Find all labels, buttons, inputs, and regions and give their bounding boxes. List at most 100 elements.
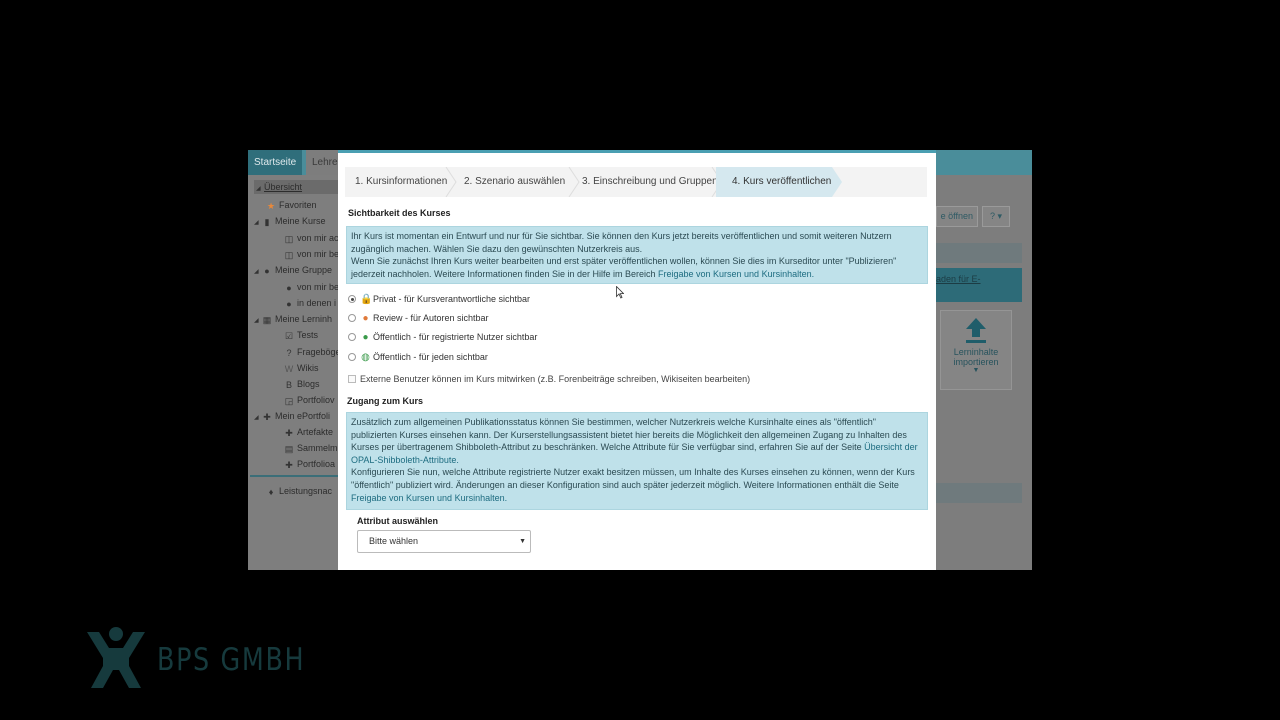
radio-public[interactable]: ◍ Öffentlich - für jeden sichtbar <box>348 350 488 364</box>
checkbox[interactable] <box>348 375 356 383</box>
puzzle-piece-icon: ✚ <box>285 428 293 438</box>
puzzle-piece-icon: ✚ <box>285 460 293 470</box>
sidebar-item[interactable]: ◢ ● Meine Gruppe <box>254 263 332 277</box>
expand-triangle-icon[interactable]: ◢ <box>254 265 262 279</box>
sidebar-item-label: Frageböge <box>297 347 341 357</box>
watermark-text: BPS GMBH <box>157 642 306 678</box>
radio-registered[interactable]: ● Öffentlich - für registrierte Nutzer si… <box>348 330 537 344</box>
question-icon: ? <box>286 348 292 358</box>
help-icon: ? <box>989 211 995 221</box>
sidebar-item-label: Portfoliov <box>297 395 335 405</box>
sidebar-item[interactable]: ♦ Leistungsnac <box>266 484 332 498</box>
visibility-info-text-2: Wenn Sie zunächst Ihren Kurs weiter bear… <box>351 256 897 279</box>
mouse-cursor-icon <box>616 286 624 299</box>
book-icon: ▮ <box>264 217 270 227</box>
sidebar-item[interactable]: ◢ Übersicht <box>254 180 338 194</box>
sidebar-item[interactable]: ● in denen i <box>284 296 336 310</box>
lock-icon: 🔒 <box>360 294 373 305</box>
sidebar-item-label: Blogs <box>297 379 320 389</box>
radio-review[interactable]: ● Review - für Autoren sichtbar <box>348 311 489 325</box>
sidebar-item[interactable]: ◢ ▮ Meine Kurse <box>254 214 326 228</box>
sidebar-item[interactable]: ● von mir be <box>284 280 339 294</box>
visibility-info-text: Ihr Kurs ist momentan ein Entwurf und nu… <box>351 231 892 254</box>
sidebar-item-label: von mir ac <box>297 233 339 243</box>
expand-triangle-icon[interactable]: ◢ <box>254 314 262 328</box>
grid-icon: ▦ <box>262 315 272 325</box>
open-book-icon: ◫ <box>284 250 294 260</box>
expand-triangle-icon[interactable]: ◢ <box>256 182 264 196</box>
wiki-icon: W <box>284 364 294 374</box>
help-dropdown-button[interactable]: ? ▾ <box>982 206 1010 227</box>
folder-icon: ▤ <box>284 444 294 454</box>
registered-user-icon: ● <box>362 332 369 343</box>
radio-button[interactable] <box>348 333 356 341</box>
external-users-checkbox[interactable]: Externe Benutzer können im Kurs mitwirke… <box>348 374 750 384</box>
sidebar-item[interactable]: ? Frageböge <box>284 345 341 359</box>
open-button[interactable]: e öffnen <box>936 206 978 227</box>
sidebar-item[interactable]: ◫ von mir ac <box>284 231 339 245</box>
screen-recording-frame: Startseite Lehrer ◢ Übersicht ★ Favoriten ◢ ▮… <box>248 150 1032 570</box>
portfolio-icon: ◲ <box>284 396 294 406</box>
wizard-step-4-active[interactable]: 4. Kurs veröffentlichen <box>716 167 832 197</box>
sidebar-item[interactable]: B Blogs <box>284 377 320 391</box>
sidebar-item[interactable]: ◫ von mir be <box>284 247 339 261</box>
wizard-step-3[interactable]: 3. Einschreibung und Gruppen <box>573 167 723 197</box>
sidebar-item[interactable]: ★ Favoriten <box>266 198 317 212</box>
upload-arrow-icon <box>966 318 986 343</box>
radio-label: Öffentlich - für registrierte Nutzer sic… <box>373 332 538 342</box>
sidebar-item-label: von mir be <box>297 249 340 259</box>
checkbox-label: Externe Benutzer können im Kurs mitwirke… <box>360 374 751 384</box>
panel-footer-bar <box>936 483 1022 503</box>
sidebar-item[interactable]: ✚ Artefakte <box>284 425 333 439</box>
user-icon: ● <box>286 283 292 293</box>
radio-button[interactable] <box>348 353 356 361</box>
sidebar-item[interactable]: ☑ Tests <box>284 328 318 342</box>
select-value: Bitte wählen <box>369 536 419 546</box>
radio-label: Öffentlich - für jeden sichtbar <box>373 352 488 362</box>
sidebar-item[interactable]: ✚ Portfolioa <box>284 457 335 471</box>
import-label: Lerninhalte importieren <box>953 347 999 367</box>
access-heading: Zugang zum Kurs <box>347 396 423 406</box>
sidebar-item[interactable]: ◲ Portfoliov <box>284 393 335 407</box>
caret-down-icon: ▼ <box>972 367 980 374</box>
sidebar-item[interactable]: ▤ Sammelm <box>284 441 338 455</box>
attribute-select[interactable]: Bitte wählen ▼ <box>357 530 531 553</box>
sidebar-item[interactable]: W Wikis <box>284 361 319 375</box>
attribute-label: Attribut auswählen <box>357 516 439 526</box>
caret-down-icon: ▼ <box>519 538 526 545</box>
review-user-icon: ● <box>362 313 369 324</box>
radio-button[interactable] <box>348 295 356 303</box>
tab-startseite[interactable]: Startseite <box>248 150 303 175</box>
help-link-freigabe-2[interactable]: Freigabe von Kursen und Kursinhalten. <box>351 493 507 503</box>
wizard-step-2[interactable]: 2. Szenario auswählen <box>455 167 573 197</box>
wizard-step-1[interactable]: 1. Kursinformationen <box>345 167 450 197</box>
sidebar-item-label: Favoriten <box>279 200 317 210</box>
import-content-button[interactable]: Lerninhalte importieren ▼ <box>940 310 1012 390</box>
right-panel: e öffnen ? ▾ aden für E- Lerninhalte imp… <box>936 175 1032 570</box>
sidebar-item-label: Wikis <box>297 363 319 373</box>
sidebar-divider <box>250 475 338 477</box>
visibility-info-box: Ihr Kurs ist momentan ein Entwurf und nu… <box>346 226 928 284</box>
sidebar-item-label: in denen i <box>297 298 337 308</box>
expand-triangle-icon[interactable]: ◢ <box>254 411 262 425</box>
panel-header-bar <box>936 243 1022 263</box>
expand-triangle-icon[interactable]: ◢ <box>254 216 262 230</box>
radio-privat[interactable]: 🔒Privat - für Kursverantwortliche sichtb… <box>348 292 530 306</box>
sidebar-item-label: Portfolioa <box>297 459 336 469</box>
trophy-icon: ♦ <box>268 487 274 497</box>
globe-icon: ◍ <box>361 352 370 363</box>
group-icon: ● <box>264 266 270 276</box>
upload-link[interactable]: aden für E- <box>936 274 981 284</box>
sidebar-item-label: von mir be <box>297 282 340 292</box>
sidebar-item-label: Artefakte <box>297 427 334 437</box>
visibility-heading: Sichtbarkeit des Kurses <box>348 208 451 218</box>
sidebar-item[interactable]: ◢ ✚ Mein ePortfoli <box>254 409 330 423</box>
help-link-freigabe[interactable]: Freigabe von Kursen und Kursinhalten. <box>658 269 814 279</box>
sidebar-item-label: Mein ePortfoli <box>275 411 331 421</box>
sidebar-item[interactable]: ◢ ▦ Meine Lerninh <box>254 312 332 326</box>
sidebar-item-label: Übersicht <box>264 182 303 192</box>
radio-button[interactable] <box>348 314 356 322</box>
sidebar-item-label: Sammelm <box>297 443 338 453</box>
upload-link-box[interactable]: aden für E- <box>936 268 1022 302</box>
sidebar-item-label: Meine Lerninh <box>275 314 333 324</box>
